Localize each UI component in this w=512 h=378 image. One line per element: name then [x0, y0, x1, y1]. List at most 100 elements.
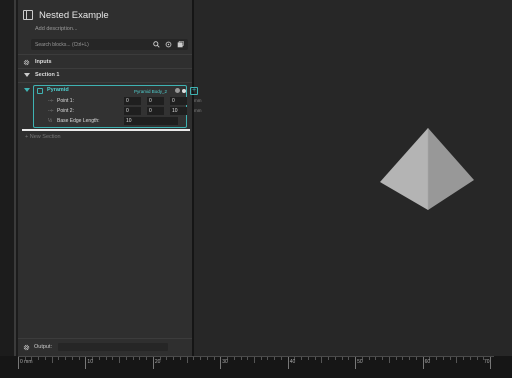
ruler-major-tick — [422, 357, 424, 369]
ruler-minor-tick — [409, 357, 411, 360]
section-1-label: Section 1 — [35, 72, 60, 78]
divider — [18, 54, 192, 55]
point2-z-input[interactable]: 10 — [170, 107, 187, 115]
ruler-minor-tick — [442, 357, 444, 360]
ruler: 0 mm 10 20 30 40 50 60 70 — [0, 356, 512, 378]
ruler-minor-tick — [469, 357, 471, 360]
new-section-button[interactable]: + New Section — [25, 134, 61, 140]
ruler-minor-tick — [166, 357, 168, 360]
ruler-minor-tick — [58, 357, 60, 360]
point1-x-input[interactable]: 0 — [124, 97, 141, 105]
viewport-divider[interactable] — [192, 0, 194, 356]
ruler-minor-tick — [193, 357, 195, 360]
point-icon: -∻ — [48, 98, 54, 104]
param-label: Point 1: — [57, 98, 74, 104]
help-icon[interactable] — [175, 88, 180, 93]
pyramid-model[interactable] — [378, 126, 478, 212]
ruler-minor-tick — [247, 357, 249, 360]
ruler-major-tick — [287, 357, 289, 369]
point1-y-input[interactable]: 0 — [147, 97, 164, 105]
divider — [18, 338, 192, 339]
ruler-minor-tick — [476, 357, 478, 360]
ruler-minor-tick — [274, 357, 276, 360]
ruler-minor-tick — [260, 357, 262, 360]
visibility-icon[interactable] — [182, 88, 186, 93]
search-icon[interactable] — [152, 41, 160, 49]
param-row-edge-length: ½ Base Edge Length: 10 — [34, 117, 186, 126]
ruler-minor-tick — [328, 357, 330, 360]
ruler-minor-tick — [436, 357, 438, 360]
output-name[interactable]: Pyramid Body_2 — [134, 89, 167, 94]
point-icon: -∻ — [48, 108, 54, 114]
ruler-minor-tick — [233, 357, 235, 360]
ruler-minor-tick — [173, 357, 175, 360]
ruler-minor-tick — [240, 357, 242, 360]
ruler-minor-tick — [341, 357, 343, 360]
panel-toggle-icon[interactable] — [23, 10, 33, 20]
search-bar[interactable]: Search blocks... (Ctrl+L) — [31, 39, 188, 50]
block-name[interactable]: Pyramid — [47, 87, 69, 93]
ruler-minor-tick — [395, 357, 397, 360]
point1-z-input[interactable]: 0 — [170, 97, 187, 105]
ruler-minor-tick — [348, 357, 350, 360]
ruler-minor-tick — [112, 357, 114, 360]
ruler-minor-tick — [301, 357, 303, 360]
page-title[interactable]: Nested Example — [39, 10, 109, 21]
ruler-minor-tick — [449, 357, 451, 360]
divider — [18, 68, 192, 69]
drop-indicator — [22, 129, 190, 131]
output-bar: Output: — [18, 341, 192, 353]
param-label: Base Edge Length: — [57, 118, 100, 124]
ruler-label: 20 — [154, 359, 161, 365]
inputs-section-header[interactable]: Inputs — [23, 57, 52, 67]
ruler-major-tick — [85, 357, 87, 369]
ruler-minor-tick — [321, 357, 323, 363]
point2-y-input[interactable]: 0 — [147, 107, 164, 115]
search-input[interactable]: Search blocks... (Ctrl+L) — [31, 42, 152, 48]
edge-length-input[interactable]: 10 — [124, 117, 178, 125]
output-field[interactable] — [58, 343, 169, 351]
ruler-minor-tick — [44, 357, 46, 360]
ruler-minor-tick — [186, 357, 188, 363]
ruler-major-tick — [152, 357, 154, 369]
ruler-minor-tick — [132, 357, 134, 360]
ruler-minor-tick — [254, 357, 255, 363]
ruler-minor-tick — [125, 357, 127, 360]
ruler-minor-tick — [402, 357, 404, 360]
ruler-minor-tick — [307, 357, 309, 360]
ruler-minor-tick — [105, 357, 107, 360]
ruler-label: 60 — [424, 359, 431, 365]
gear-icon[interactable] — [23, 338, 30, 356]
description-field[interactable]: Add description... — [35, 26, 78, 32]
divider — [18, 82, 192, 83]
pyramid-block[interactable]: Pyramid Pyramid Body_2 -∻ Point 1: 0 0 0… — [33, 85, 202, 128]
library-icon[interactable] — [176, 41, 184, 49]
blocks-panel: Nested Example Add description... Search… — [18, 0, 202, 356]
ruler-label: 70 — [484, 359, 490, 365]
output-label: Output: — [34, 344, 53, 350]
ruler-minor-tick — [200, 357, 202, 360]
ruler-label: 40 — [289, 359, 296, 365]
ruler-minor-tick — [206, 357, 208, 360]
filter-icon[interactable] — [164, 41, 172, 49]
section-1-header[interactable]: Section 1 — [23, 70, 59, 80]
ruler-label: 50 — [357, 359, 363, 365]
ruler-minor-tick — [71, 357, 73, 360]
ruler-minor-tick — [314, 357, 316, 360]
ruler-label: 10 — [87, 359, 93, 365]
ruler-minor-tick — [388, 357, 390, 363]
left-strip-divider — [14, 0, 16, 356]
ruler-minor-tick — [98, 357, 100, 360]
unit-label: mm — [194, 98, 202, 103]
ruler-minor-tick — [267, 357, 269, 360]
unit-label: mm — [194, 108, 202, 113]
ruler-minor-tick — [146, 357, 148, 360]
add-block-button[interactable]: + — [190, 87, 198, 95]
ruler-minor-tick — [119, 357, 121, 363]
point2-x-input[interactable]: 0 — [124, 107, 141, 115]
ruler-minor-tick — [38, 357, 40, 360]
collapse-block-icon[interactable] — [24, 88, 30, 92]
ruler-minor-tick — [139, 357, 141, 360]
ruler-major-tick — [220, 357, 222, 369]
chevron-down-icon[interactable] — [24, 73, 30, 77]
